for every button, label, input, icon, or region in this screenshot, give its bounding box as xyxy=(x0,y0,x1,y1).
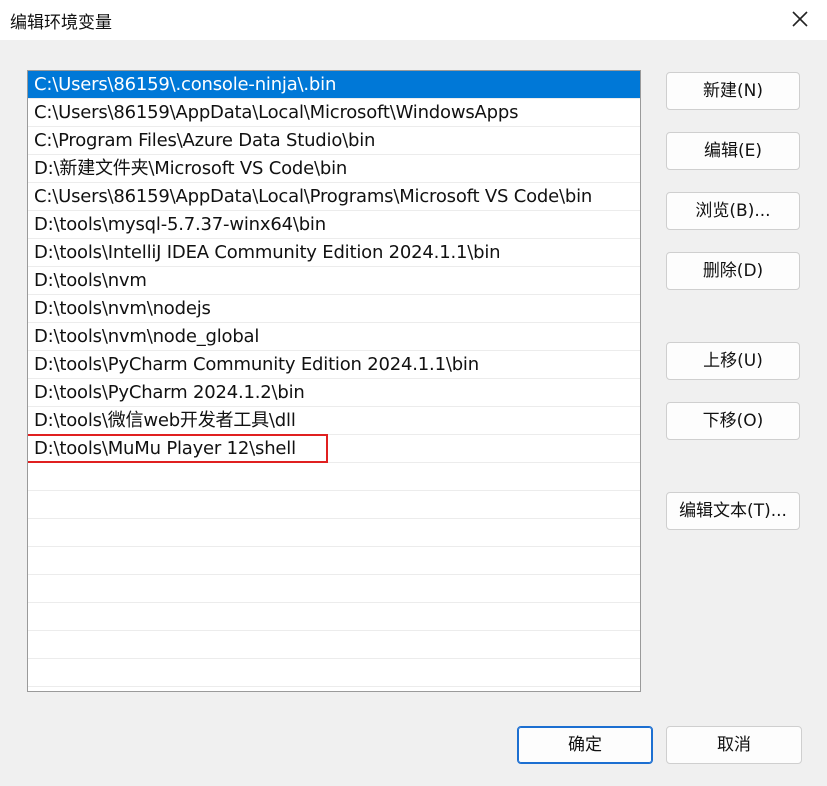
dialog-title: 编辑环境变量 xyxy=(10,13,112,33)
path-list[interactable]: C:\Users\86159\.console-ninja\.bin C:\Use… xyxy=(27,70,641,692)
empty-list-row xyxy=(28,659,640,687)
path-list-item[interactable]: D:\tools\nvm\nodejs xyxy=(28,295,640,323)
ok-button[interactable]: 确定 xyxy=(517,726,653,764)
empty-list-row xyxy=(28,519,640,547)
empty-list-row xyxy=(28,631,640,659)
path-list-item[interactable]: C:\Program Files\Azure Data Studio\bin xyxy=(28,127,640,155)
browse-button[interactable]: 浏览(B)... xyxy=(666,192,800,230)
edit-env-var-dialog: 编辑环境变量 C:\Users\86159\.console-ninja\.bi… xyxy=(0,0,827,786)
empty-list-row xyxy=(28,547,640,575)
empty-list-row xyxy=(28,463,640,491)
cancel-button[interactable]: 取消 xyxy=(666,726,802,764)
empty-list-row xyxy=(28,603,640,631)
path-list-item[interactable]: D:\tools\PyCharm Community Edition 2024.… xyxy=(28,351,640,379)
path-list-item[interactable]: D:\tools\mysql-5.7.37-winx64\bin xyxy=(28,211,640,239)
path-list-item[interactable]: D:\tools\nvm xyxy=(28,267,640,295)
empty-list-row xyxy=(28,575,640,603)
path-list-item[interactable]: C:\Users\86159\AppData\Local\Microsoft\W… xyxy=(28,99,640,127)
path-list-item[interactable]: C:\Users\86159\.console-ninja\.bin xyxy=(28,71,640,99)
path-list-item[interactable]: C:\Users\86159\AppData\Local\Programs\Mi… xyxy=(28,183,640,211)
path-list-item[interactable]: D:\tools\IntelliJ IDEA Community Edition… xyxy=(28,239,640,267)
path-list-item[interactable]: D:\新建文件夹\Microsoft VS Code\bin xyxy=(28,155,640,183)
move-up-button[interactable]: 上移(U) xyxy=(666,342,800,380)
delete-button[interactable]: 删除(D) xyxy=(666,252,800,290)
new-button[interactable]: 新建(N) xyxy=(666,72,800,110)
title-bar: 编辑环境变量 xyxy=(0,0,827,40)
path-list-item[interactable]: D:\tools\PyCharm 2024.1.2\bin xyxy=(28,379,640,407)
edit-button[interactable]: 编辑(E) xyxy=(666,132,800,170)
close-button[interactable] xyxy=(787,6,813,32)
path-list-item[interactable]: D:\tools\微信web开发者工具\dll xyxy=(28,407,640,435)
close-icon xyxy=(792,11,808,27)
path-list-item[interactable]: D:\tools\nvm\node_global xyxy=(28,323,640,351)
move-down-button[interactable]: 下移(O) xyxy=(666,402,800,440)
empty-list-row xyxy=(28,491,640,519)
path-list-item[interactable]: D:\tools\MuMu Player 12\shell xyxy=(28,434,640,463)
edit-text-button[interactable]: 编辑文本(T)... xyxy=(666,492,800,530)
